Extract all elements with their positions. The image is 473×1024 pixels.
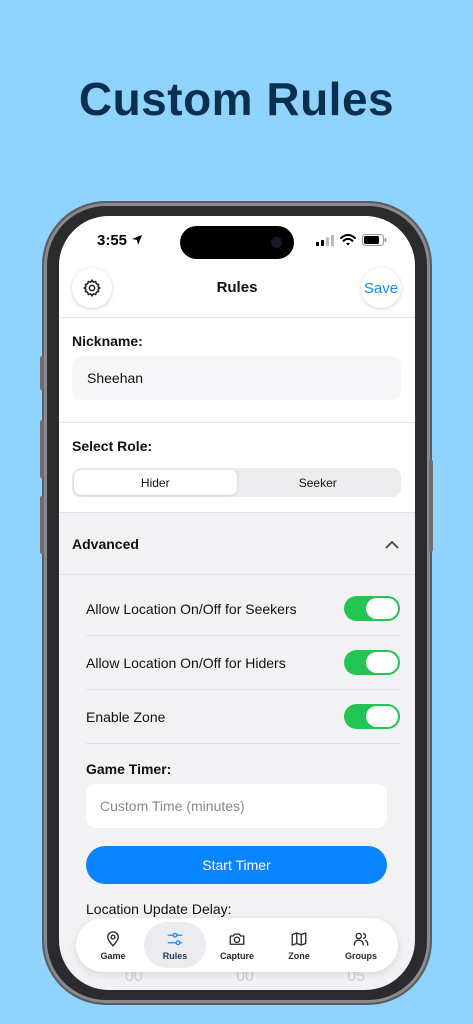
setting-enable-zone: Enable Zone (86, 690, 400, 744)
tab-label: Rules (162, 950, 188, 961)
sliders-icon (167, 932, 183, 945)
role-option-hider[interactable]: Hider (74, 470, 237, 495)
status-icons (316, 234, 387, 246)
promo-title: Custom Rules (78, 73, 395, 125)
seekers-location-toggle[interactable] (344, 596, 400, 621)
hiders-location-toggle[interactable] (344, 650, 400, 675)
camera-icon (229, 932, 245, 945)
battery-icon (362, 234, 387, 246)
advanced-header[interactable]: Advanced (59, 513, 415, 575)
tab-label: Groups (344, 950, 377, 961)
volume-up-button (40, 420, 44, 478)
volume-down-button (40, 496, 44, 554)
role-option-seeker[interactable]: Seeker (237, 470, 400, 495)
setting-label: Allow Location On/Off for Seekers (86, 600, 297, 617)
game-timer-label: Game Timer: (86, 761, 172, 777)
tab-label: Capture (219, 950, 254, 961)
phone-screen: 3:55 Rules Save Nickname: Sheehan Select… (59, 216, 415, 990)
custom-time-placeholder: Custom Time (minutes) (100, 798, 245, 814)
status-time: 3:55 (97, 232, 143, 249)
power-button (429, 460, 433, 552)
dynamic-island (180, 226, 294, 259)
setting-label: Enable Zone (86, 708, 166, 725)
chevron-up-icon (385, 540, 399, 548)
advanced-title: Advanced (72, 536, 139, 552)
role-label: Select Role: (72, 438, 153, 454)
location-delay-label: Location Update Delay: (86, 901, 232, 917)
setting-label: Allow Location On/Off for Hiders (86, 654, 286, 671)
signal-icon (316, 234, 334, 246)
role-segmented-control: Hider Seeker (72, 468, 401, 497)
nickname-value: Sheehan (87, 370, 144, 386)
save-button[interactable]: Save (361, 268, 401, 308)
section-divider (59, 422, 415, 423)
action-button (40, 356, 44, 390)
custom-time-input[interactable]: Custom Time (minutes) (86, 784, 387, 828)
tab-label: Zone (288, 950, 310, 961)
wifi-icon (340, 234, 356, 246)
nav-divider (59, 317, 415, 318)
tab-bar: Game Rules Capture Zone Groups (76, 918, 398, 972)
tab-label: Game (100, 950, 126, 961)
setting-hiders-location: Allow Location On/Off for Hiders (86, 636, 400, 690)
enable-zone-toggle[interactable] (344, 704, 400, 729)
nickname-label: Nickname: (72, 333, 143, 349)
tab-rules[interactable]: Rules (144, 922, 206, 968)
tab-groups[interactable]: Groups (330, 922, 392, 968)
location-arrow-icon (132, 235, 143, 245)
users-icon (353, 932, 369, 946)
start-timer-button[interactable]: Start Timer (86, 846, 387, 884)
setting-seekers-location: Allow Location On/Off for Seekers (86, 582, 400, 636)
tab-capture[interactable]: Capture (206, 922, 268, 968)
advanced-divider (59, 574, 415, 575)
map-icon (291, 931, 307, 946)
tab-game[interactable]: Game (82, 922, 144, 968)
map-pin-icon (107, 930, 119, 947)
nickname-input[interactable]: Sheehan (72, 356, 401, 400)
tab-zone[interactable]: Zone (268, 922, 330, 968)
